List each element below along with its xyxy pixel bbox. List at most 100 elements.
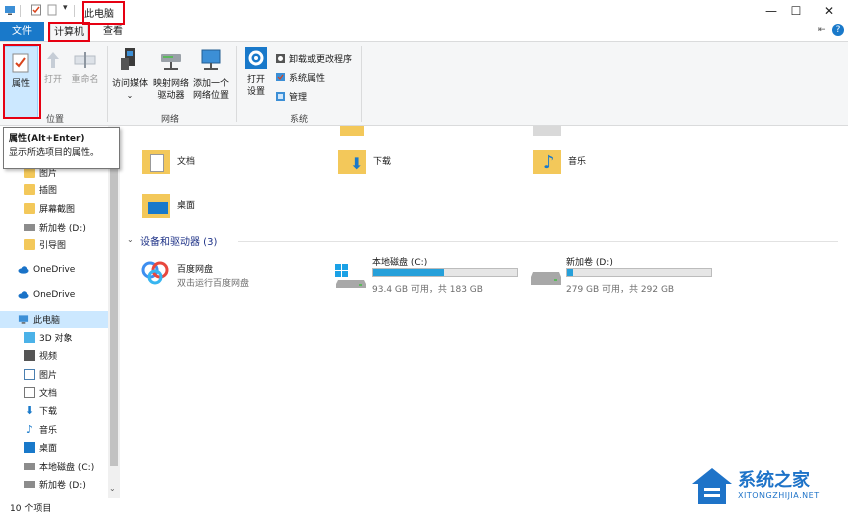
add-location-label-2: 网络位置 [192,91,229,101]
help-icon[interactable]: ? [832,24,844,36]
nav-label: 引导图 [39,241,67,251]
house-logo-icon [692,468,732,504]
group-label-location: 位置 [45,115,64,125]
partial-folder-icon [340,126,364,136]
add-location-label-1: 添加一个 [192,79,229,89]
properties-check-icon[interactable] [30,4,42,16]
chevron-down-icon: ⌄ [126,91,134,100]
add-network-location-button[interactable]: 添加一个 网络位置 [191,46,231,102]
nav-item-documents[interactable]: 文档 [24,384,57,401]
chevron-down-icon[interactable]: ⌄ [109,484,116,493]
uninstall-icon [276,53,285,63]
nav-item-screenshots[interactable]: 屏幕截图 [24,200,75,217]
baidu-netdisk-icon [141,261,169,285]
system-properties-icon [276,72,285,81]
open-settings-label-2: 设置 [246,87,265,97]
nav-label: 桌面 [39,444,58,454]
nav-item-this-pc[interactable]: 此电脑 [18,311,60,328]
nav-label: 下载 [39,407,58,417]
windows-drive-icon [335,264,366,288]
nav-label: 3D 对象 [39,334,73,344]
local-disk-c-item[interactable] [335,262,367,290]
scrollbar-thumb[interactable] [110,136,118,466]
annotation-box-computer-tab [48,22,90,42]
nav-item-onedrive-2[interactable]: OneDrive [18,286,75,303]
nav-item-new-volume-d[interactable]: 新加卷 (D:) [24,219,86,236]
open-arrow-icon [47,52,59,68]
open-button[interactable]: 打开 [40,50,66,86]
folder-music[interactable]: ♪ 音乐 [533,146,586,174]
nav-item-downloads[interactable]: ⬇ 下载 [24,402,57,419]
nav-label: 文档 [39,389,58,399]
local-disk-c-space: 93.4 GB 可用，共 183 GB [372,285,483,295]
download-arrow-icon: ⬇ [24,404,35,417]
nav-item-onedrive-1[interactable]: OneDrive [18,261,75,278]
uninstall-program-button[interactable]: 卸载或更改程序 [275,51,352,65]
folder-icon [24,184,35,195]
divider [20,5,21,17]
nav-item-local-disk-c[interactable]: 本地磁盘 (C:) [24,458,94,475]
nav-label: 音乐 [39,426,58,436]
nav-item-pictures[interactable]: 图片 [24,366,57,383]
nav-scrollbar[interactable]: ⌄ [108,126,120,498]
properties-tooltip: 属性(Alt+Enter) 显示所选项目的属性。 [3,127,120,169]
system-properties-button[interactable]: 系统属性 [275,70,325,84]
quick-access-dropdown-icon[interactable]: ▾ [63,3,68,13]
rename-label: 重命名 [71,75,99,85]
nav-item-desktop[interactable]: 桌面 [24,439,57,456]
open-settings-button[interactable]: 打开 设置 [240,46,272,98]
3d-objects-icon [24,332,35,343]
folder-icon [24,203,35,214]
baidu-netdisk-name: 百度网盘 [177,265,214,275]
watermark-url: XITONGZHIJIA.NET [738,491,820,500]
map-network-drive-button[interactable]: 映射网络 驱动器 [151,46,191,102]
nav-item-new-volume-d2[interactable]: 新加卷 (D:) [24,476,86,493]
nav-label: 屏幕截图 [39,205,76,215]
manage-button[interactable]: 管理 [275,89,307,103]
tab-file[interactable]: 文件 [0,22,44,41]
rename-button[interactable]: 重命名 [67,50,103,86]
network-drive-icon [161,54,181,70]
nav-item-guide-images[interactable]: 引导图 [24,236,66,253]
nav-label: 新加卷 (D:) [39,224,86,234]
nav-item-illustrations[interactable]: 插图 [24,181,57,198]
nav-item-music[interactable]: ♪ 音乐 [24,421,57,438]
new-volume-d-item[interactable] [530,266,562,288]
pictures-icon [24,369,35,380]
folder-icon [24,239,35,250]
drive-icon [24,481,35,488]
nav-label: 图片 [39,371,58,381]
gear-icon [245,47,267,69]
pin-ribbon-icon[interactable]: ⇤ [818,25,826,35]
baidu-netdisk-item[interactable] [140,258,170,286]
desktop-folder-icon [142,190,172,218]
section-collapse-icon[interactable]: ⌄ [127,235,134,244]
nav-item-3d-objects[interactable]: 3D 对象 [24,329,73,346]
desktop-icon [24,442,35,453]
this-pc-icon [18,315,29,324]
usage-fill [373,269,444,276]
documents-folder-icon [142,146,172,174]
nav-label: OneDrive [33,264,76,275]
folder-desktop[interactable]: 桌面 [142,190,195,218]
close-button[interactable]: ✕ [806,0,848,22]
access-media-label: 访问媒体 [111,79,148,89]
nav-label: OneDrive [33,289,76,300]
video-icon [24,350,35,361]
folder-downloads[interactable]: ⬇ 下载 [338,146,391,174]
folder-documents[interactable]: 文档 [142,146,195,174]
document-icon [24,387,35,398]
devices-section-header[interactable]: 设备和驱动器 (3) [140,233,217,248]
media-icon [121,48,135,70]
new-volume-d-name: 新加卷 (D:) [566,258,613,268]
nav-label: 本地磁盘 (C:) [39,463,95,473]
nav-item-videos[interactable]: 视频 [24,347,57,364]
open-settings-label-1: 打开 [246,75,265,85]
watermark-name: 系统之家 [738,470,810,491]
access-media-button[interactable]: 访问媒体 ⌄ [110,46,150,102]
nav-label: 新加卷 (D:) [39,481,86,491]
folder-label: 音乐 [568,156,587,167]
navigation-pane: 图片 插图 屏幕截图 新加卷 (D:) 引导图 OneDrive OneDriv… [0,126,120,498]
drive-icon [24,463,35,470]
new-folder-icon[interactable] [46,4,58,16]
